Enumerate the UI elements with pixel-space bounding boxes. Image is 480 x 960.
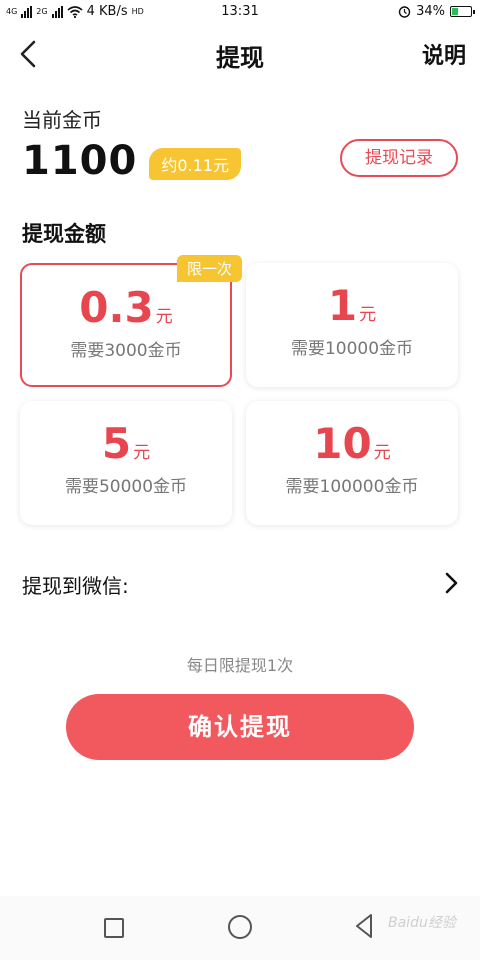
amount-unit: 元: [373, 443, 391, 463]
confirm-withdraw-button[interactable]: 确认提现: [66, 694, 414, 760]
amount-option-1[interactable]: 1元 需要10000金币: [246, 263, 458, 387]
page-title: 提现: [216, 44, 264, 72]
amount-option-10[interactable]: 10 元 需要100000金币: [246, 401, 458, 525]
amount-option-0-3[interactable]: 限一次 0.3 元 需要3000金币: [20, 255, 242, 387]
amount-cost: 需要50000金币: [64, 477, 188, 497]
amount-display: 0.3 元: [22, 283, 230, 332]
balance-label: 当前金币: [22, 108, 102, 132]
amount-number: 5: [101, 419, 132, 468]
withdraw-record-button[interactable]: 提现记录: [340, 139, 458, 177]
amount-number: 0.3: [79, 283, 154, 332]
alarm-icon: [398, 6, 411, 18]
battery-icon: [450, 6, 475, 17]
amount-unit: 元: [359, 305, 377, 325]
limit-once-tag: 限一次: [176, 255, 242, 282]
withdraw-to-wechat-label: 提现到微信:: [22, 574, 129, 598]
amount-number: 10: [313, 419, 372, 468]
nav-bar: 提现 说明: [0, 28, 480, 80]
amount-display: 5元: [20, 419, 232, 468]
amount-option-5[interactable]: 5元 需要50000金币: [20, 401, 232, 525]
balance-approx-badge: 约0.11元: [149, 148, 241, 180]
amount-cost: 需要100000金币: [285, 477, 419, 497]
baidu-watermark: Baidu经验: [388, 915, 456, 931]
withdraw-to-wechat-row[interactable]: 提现到微信:: [0, 560, 480, 606]
amount-section-title: 提现金额: [22, 222, 106, 246]
amount-display: 10 元: [246, 419, 458, 468]
system-back-icon[interactable]: [352, 912, 376, 940]
help-link[interactable]: 说明: [422, 38, 466, 70]
recent-apps-icon[interactable]: [104, 918, 124, 938]
balance-value: 1100: [22, 138, 138, 184]
home-icon[interactable]: [228, 915, 252, 939]
status-bar: 4G 2G 4 KB/s HD 13:31 34%: [0, 0, 480, 24]
battery-fill: [452, 8, 458, 15]
amount-unit: 元: [155, 307, 173, 327]
battery-percent: 34%: [416, 4, 445, 19]
amount-cost: 需要10000金币: [290, 339, 414, 359]
status-right: 34%: [398, 4, 475, 19]
balance-row: 1100 约0.11元: [22, 138, 241, 184]
amount-display: 1元: [246, 281, 458, 330]
amount-unit: 元: [133, 443, 151, 463]
daily-limit-note: 每日限提现1次: [186, 656, 294, 675]
amount-cost: 需要3000金币: [70, 341, 182, 361]
chevron-right-icon: [445, 572, 458, 594]
amount-number: 1: [327, 281, 358, 330]
